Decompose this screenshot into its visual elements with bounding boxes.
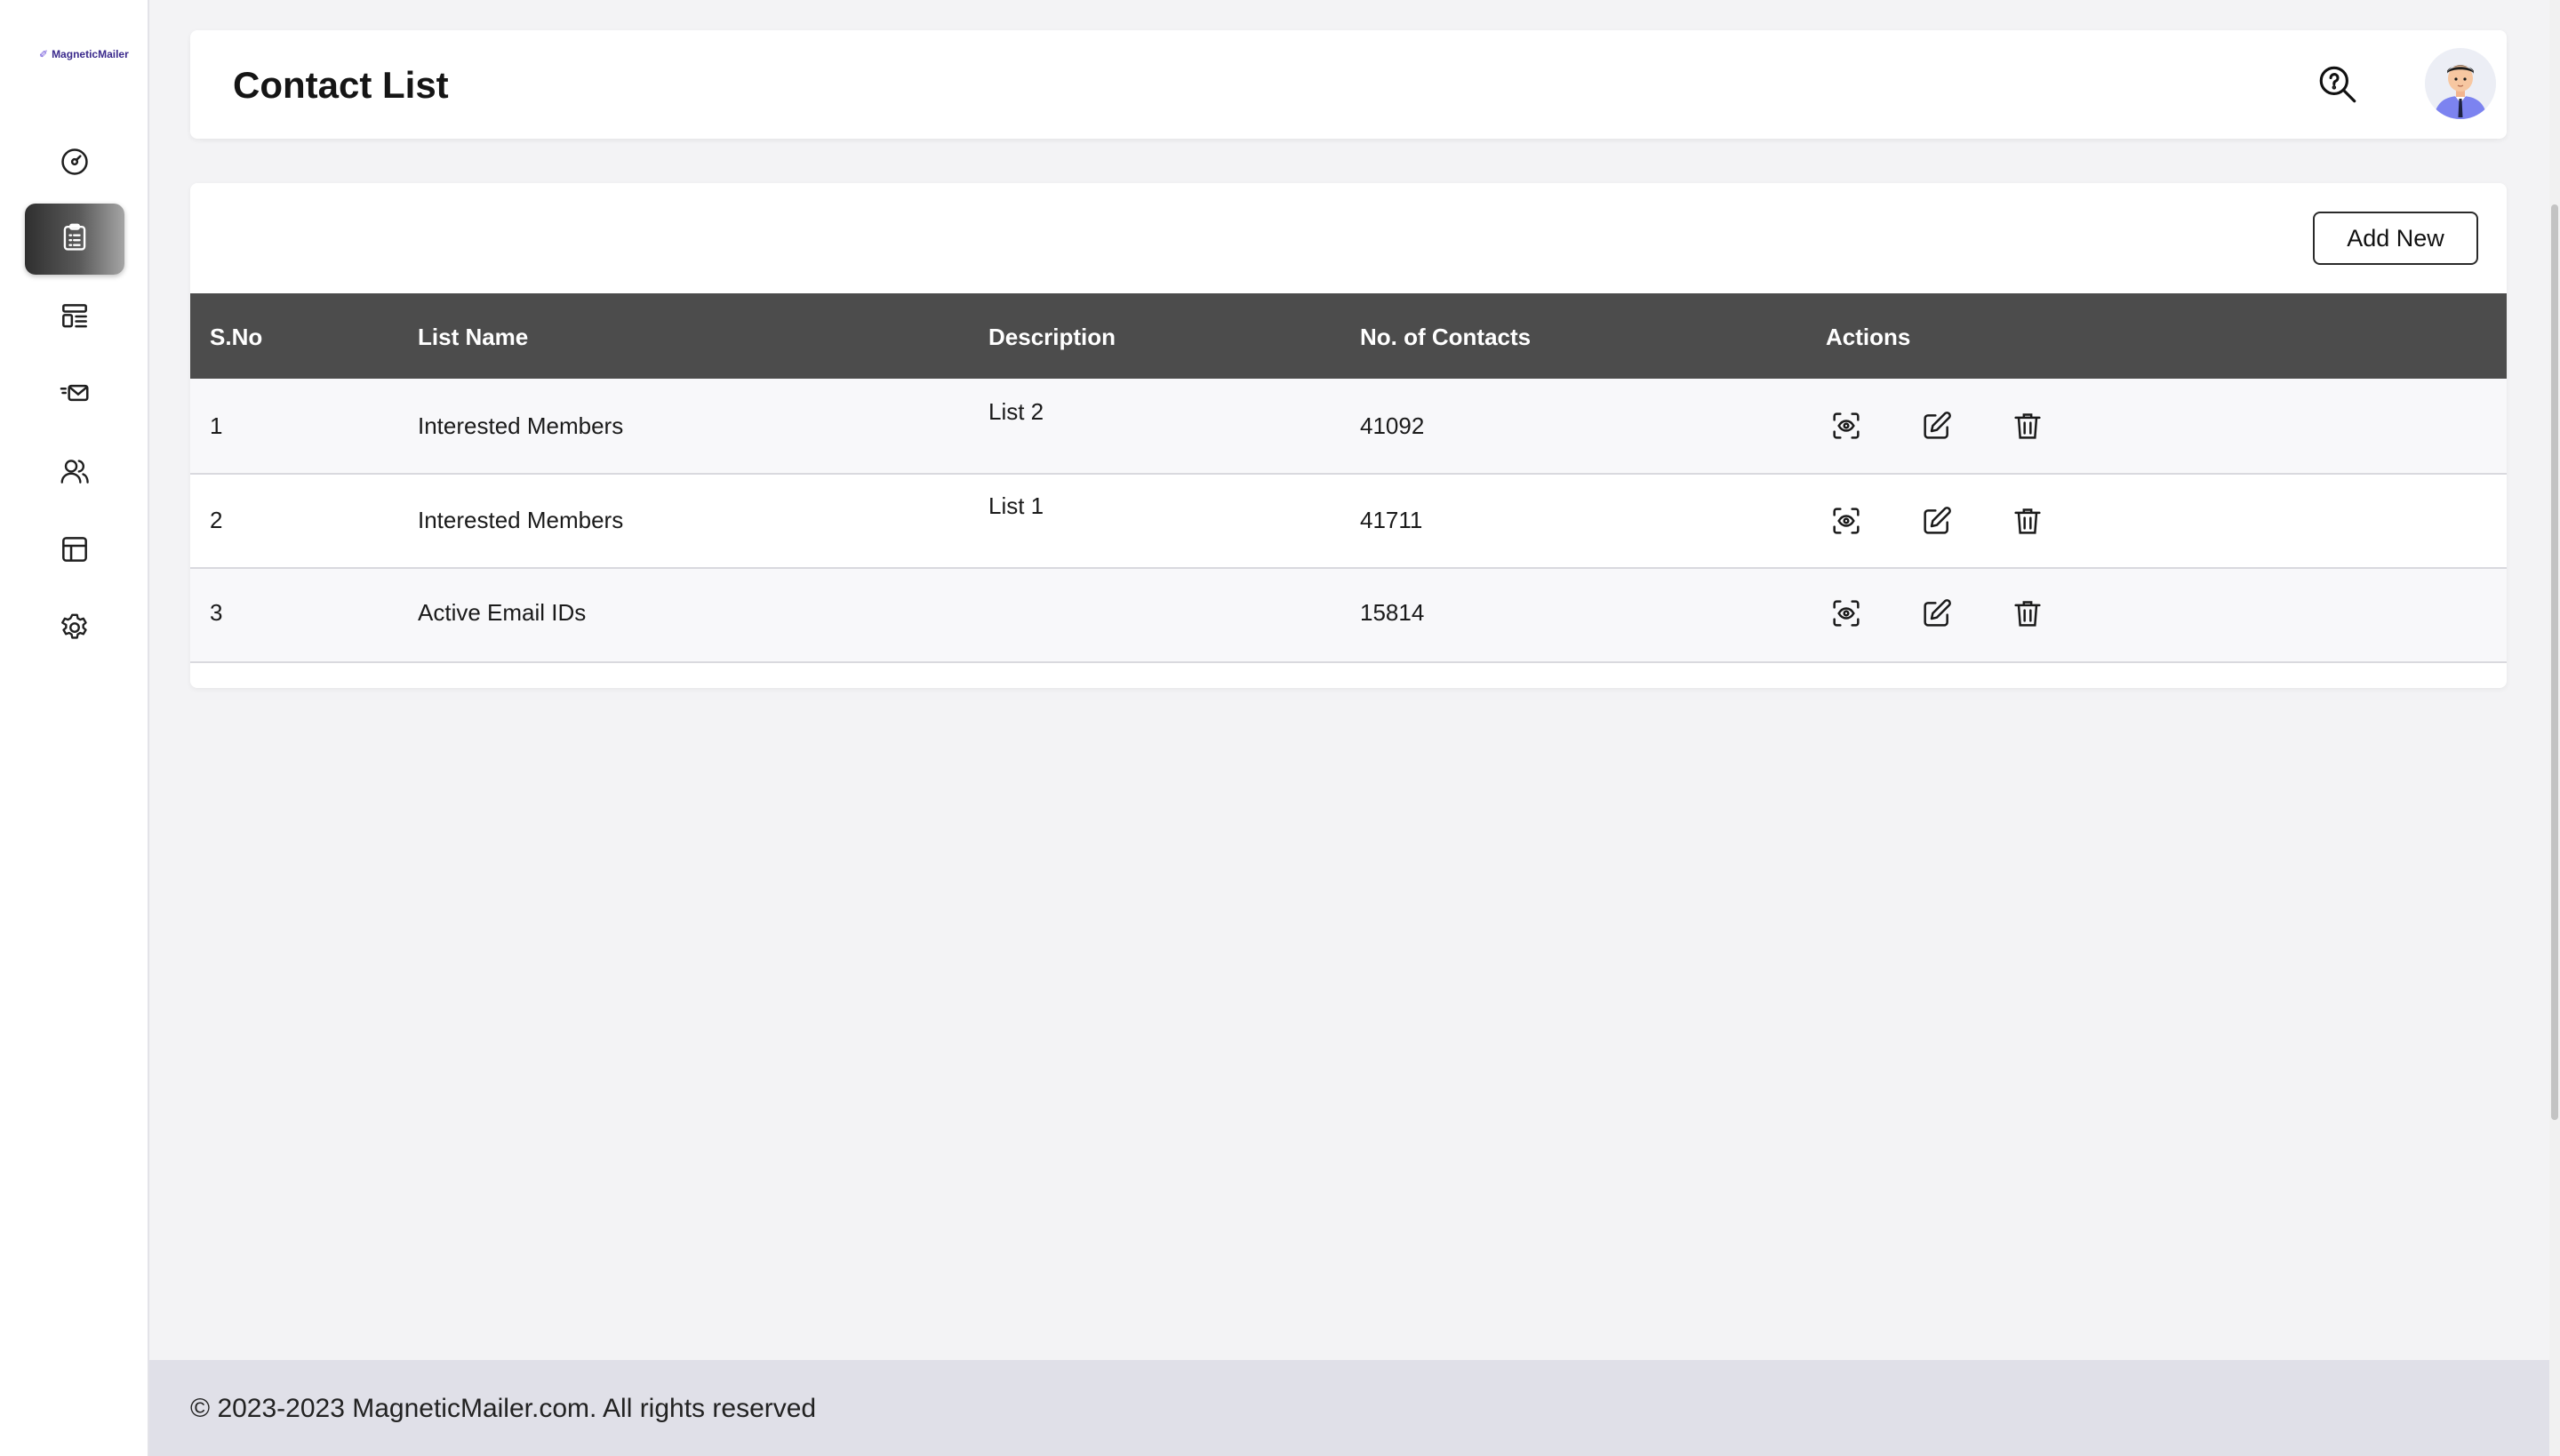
template-layout-icon	[58, 300, 92, 338]
cell-sno: 2	[210, 507, 223, 533]
cell-contacts: 41711	[1360, 507, 1423, 533]
sidebar-item-users[interactable]	[25, 437, 124, 508]
delete-icon[interactable]	[2010, 596, 2045, 631]
copyright-text: © 2023-2023 MagneticMailer.com. All righ…	[190, 1394, 817, 1423]
cell-description: List 1	[988, 492, 1044, 519]
user-avatar[interactable]	[2425, 48, 2496, 119]
table-row: 2 Interested Members List 1 41711	[190, 475, 2507, 569]
sidebar-item-campaigns[interactable]	[25, 359, 124, 430]
sidebar-item-templates[interactable]	[25, 283, 124, 354]
sidebar-item-contact-list[interactable]	[25, 204, 124, 275]
brand-name: MagneticMailer	[52, 48, 129, 60]
page-title: Contact List	[233, 64, 449, 106]
view-icon[interactable]	[1828, 503, 1864, 539]
cell-list-name: Active Email IDs	[418, 599, 587, 626]
table-header: S.No List Name Description No. of Contac…	[190, 293, 2507, 379]
contact-list-card: Add New S.No List Name Description No. o…	[190, 183, 2507, 688]
edit-icon[interactable]	[1919, 408, 1955, 444]
cell-description: List 2	[988, 398, 1044, 425]
table-row: 3 Active Email IDs 15814	[190, 569, 2507, 663]
vertical-scrollbar[interactable]	[2549, 0, 2560, 1456]
sidebar-item-dashboard[interactable]	[25, 128, 124, 199]
edit-icon[interactable]	[1919, 503, 1955, 539]
cell-list-name: Interested Members	[418, 507, 624, 533]
sidebar: ✐ MagneticMailer	[0, 0, 149, 1456]
column-header-sno: S.No	[210, 324, 263, 350]
delete-icon[interactable]	[2010, 408, 2045, 444]
delete-icon[interactable]	[2010, 503, 2045, 539]
column-header-list-name: List Name	[418, 324, 529, 350]
main-content: Contact List Add New S.No List Name Desc…	[149, 0, 2549, 1456]
cell-sno: 3	[210, 599, 223, 626]
cell-list-name: Interested Members	[418, 412, 624, 439]
column-header-description: Description	[988, 324, 1116, 350]
dashboard-gauge-icon	[58, 145, 92, 183]
cell-contacts: 15814	[1360, 599, 1425, 626]
scrollbar-thumb[interactable]	[2551, 204, 2558, 1120]
magnet-icon: ✐	[39, 48, 49, 60]
users-icon	[58, 454, 92, 492]
brand-logo[interactable]: ✐ MagneticMailer	[39, 48, 129, 60]
table-grid-icon	[58, 532, 92, 571]
sidebar-item-tables[interactable]	[25, 516, 124, 587]
footer: © 2023-2023 MagneticMailer.com. All righ…	[149, 1360, 2549, 1456]
edit-icon[interactable]	[1919, 596, 1955, 631]
column-header-contacts: No. of Contacts	[1360, 324, 1532, 350]
gear-icon	[58, 611, 92, 649]
table-row: 1 Interested Members List 2 41092	[190, 379, 2507, 475]
top-header: Contact List	[190, 30, 2507, 139]
view-icon[interactable]	[1828, 596, 1864, 631]
column-header-actions: Actions	[1826, 324, 1911, 350]
help-search-icon[interactable]	[2316, 62, 2360, 107]
view-icon[interactable]	[1828, 408, 1864, 444]
clipboard-list-icon	[58, 220, 92, 259]
sidebar-item-settings[interactable]	[25, 594, 124, 665]
send-mail-icon	[58, 376, 92, 414]
cell-sno: 1	[210, 412, 223, 439]
cell-contacts: 41092	[1360, 412, 1425, 439]
add-new-button[interactable]: Add New	[2313, 212, 2478, 265]
